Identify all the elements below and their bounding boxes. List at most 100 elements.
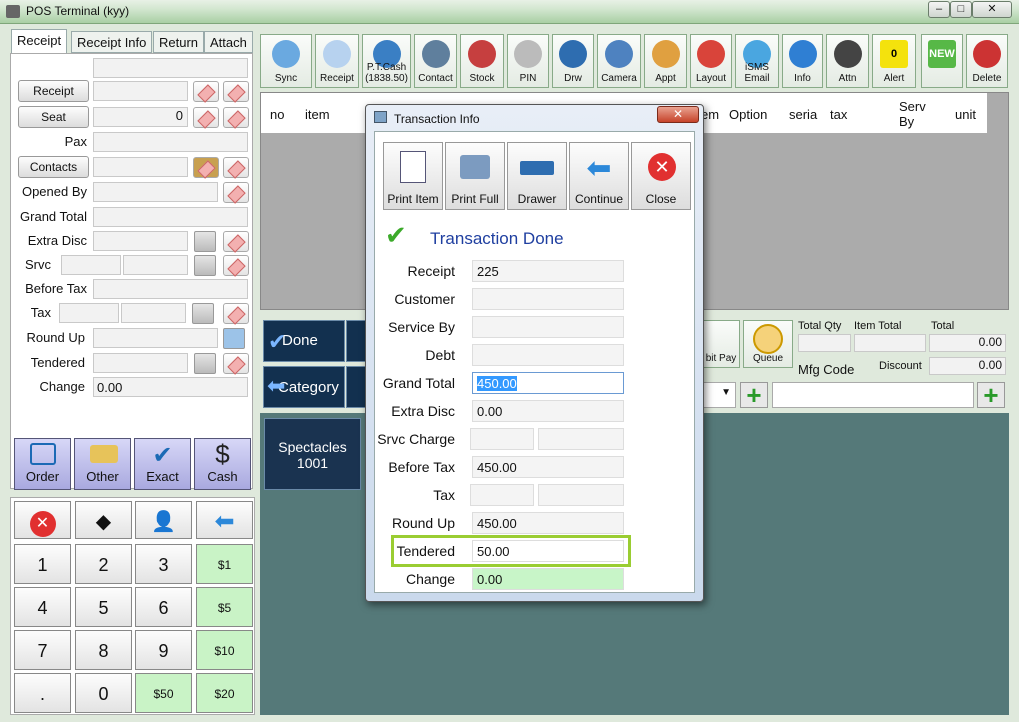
order-button[interactable]: Order (14, 438, 71, 490)
keypad-key[interactable]: 8 (75, 630, 132, 670)
cancel-key[interactable]: ✕ (14, 501, 71, 539)
tab-receipt[interactable]: Receipt (11, 29, 68, 54)
maximize-button[interactable]: □ (950, 1, 972, 18)
toolbar-button-drw[interactable]: Drw (552, 34, 594, 88)
srvc-field-1[interactable] (61, 255, 121, 275)
receipt-button[interactable]: Receipt (18, 80, 89, 102)
calculator-icon[interactable] (194, 255, 216, 276)
toolbar-button-receipt[interactable]: Receipt (315, 34, 359, 88)
mfg-code-input[interactable] (772, 382, 974, 408)
toolbar-button-info[interactable]: Info (782, 34, 823, 88)
keypad-key[interactable]: 5 (75, 587, 132, 627)
pax-field[interactable] (93, 132, 248, 152)
keypad-key[interactable]: 2 (75, 544, 132, 584)
table-icon[interactable] (193, 107, 219, 128)
dialog-row-field-2[interactable] (538, 484, 624, 506)
print-full-button[interactable]: Print Full (445, 142, 505, 210)
tab-return[interactable]: Return (153, 31, 205, 53)
keypad-key[interactable]: $20 (196, 673, 253, 713)
drawer-button[interactable]: Drawer (507, 142, 567, 210)
close-window-button[interactable]: ✕ (972, 1, 1012, 18)
category-button[interactable]: ⬅ Category (263, 366, 345, 408)
toolbar-button-isms[interactable]: iSMS Email (735, 34, 779, 88)
cash-button[interactable]: $ Cash (194, 438, 251, 490)
exact-button[interactable]: ✔ Exact (134, 438, 191, 490)
seat-button[interactable]: Seat (18, 106, 89, 128)
keypad-key[interactable]: 7 (14, 630, 71, 670)
keypad-key[interactable]: . (14, 673, 71, 713)
tag-key[interactable]: ◆ (75, 501, 132, 539)
continue-button[interactable]: ⬅ Continue (569, 142, 629, 210)
toolbar-button-camera[interactable]: Camera (597, 34, 641, 88)
keypad-key[interactable]: $5 (196, 587, 253, 627)
tax-field-1[interactable] (59, 303, 119, 323)
srvc-field-2[interactable] (123, 255, 188, 275)
tab-attach[interactable]: Attach (204, 31, 253, 53)
debit-pay-button[interactable]: bit Pay (702, 320, 740, 368)
backspace-key[interactable]: ⬅ (196, 501, 253, 539)
seat-stepper[interactable]: 0 (93, 107, 188, 127)
keypad-key[interactable]: 6 (135, 587, 192, 627)
eraser-icon[interactable] (223, 157, 249, 178)
toolbar-button-layout[interactable]: Layout (690, 34, 732, 88)
eraser-icon[interactable] (223, 182, 249, 203)
toolbar-button-sync[interactable]: Sync (260, 34, 312, 88)
contact-card-icon[interactable] (193, 157, 219, 178)
opened-by-select[interactable] (93, 182, 218, 202)
print-button[interactable] (346, 320, 366, 362)
keypad-key[interactable]: 0 (75, 673, 132, 713)
eraser-icon[interactable] (223, 107, 249, 128)
eraser-icon[interactable] (223, 255, 249, 276)
check-icon: ✔ (152, 442, 173, 469)
toolbar-button-attn[interactable]: Attn (826, 34, 869, 88)
receipt-input[interactable] (93, 81, 188, 101)
toolbar-button-pin[interactable]: PIN (507, 34, 549, 88)
toolbar-button-stock[interactable]: Stock (460, 34, 504, 88)
extra-disc-field[interactable] (93, 231, 188, 251)
other-payment-button[interactable]: Other (74, 438, 131, 490)
product-tile[interactable]: Spectacles 1001 (264, 418, 361, 490)
tax-field-2[interactable] (121, 303, 186, 323)
done-button[interactable]: ✔ Done (263, 320, 345, 362)
tendered-field[interactable] (93, 353, 188, 373)
user-key[interactable]: 👤 (135, 501, 192, 539)
monitor-icon[interactable] (223, 328, 245, 349)
close-button[interactable]: ✕ Close (631, 142, 691, 210)
dialog-close-button[interactable]: ✕ (657, 106, 699, 123)
keypad-key[interactable]: 1 (14, 544, 71, 584)
toolbar-button-alert[interactable]: 0 Alert (872, 34, 916, 88)
calculator-icon[interactable] (194, 353, 216, 374)
dialog-row-field-1[interactable] (470, 484, 534, 506)
toolbar-button-p-t-cash[interactable]: P.T.Cash (1838.50) (362, 34, 411, 88)
calculator-icon[interactable] (192, 303, 214, 324)
add-icon[interactable]: + (977, 382, 1005, 408)
add-icon[interactable]: + (740, 382, 768, 408)
keypad-key[interactable]: $10 (196, 630, 253, 670)
queue-button[interactable]: Queue (743, 320, 793, 368)
toolbar-button-delete[interactable]: Delete (966, 34, 1008, 88)
keypad-key[interactable]: $50 (135, 673, 192, 713)
dropdown-select[interactable]: ▼ (702, 382, 736, 408)
eraser-icon[interactable] (223, 353, 249, 374)
keypad-key[interactable]: 4 (14, 587, 71, 627)
eraser-icon[interactable] (223, 81, 249, 102)
contacts-button[interactable]: Contacts (18, 156, 89, 178)
search-icon[interactable] (193, 81, 219, 102)
minimize-button[interactable]: – (928, 1, 950, 18)
dialog-row-field-1[interactable] (470, 428, 534, 450)
eraser-icon[interactable] (223, 303, 249, 324)
dialog-row-field-2[interactable] (538, 428, 624, 450)
tendered-label: Tendered (30, 355, 85, 370)
contacts-select[interactable] (93, 157, 188, 177)
keypad-key[interactable]: 9 (135, 630, 192, 670)
toolbar-button-contact[interactable]: Contact (414, 34, 457, 88)
keypad-key[interactable]: 3 (135, 544, 192, 584)
eraser-icon[interactable] (223, 231, 249, 252)
tab-receipt-info[interactable]: Receipt Info (71, 31, 153, 53)
print-item-button[interactable]: Print Item (383, 142, 443, 210)
trash-button[interactable] (346, 366, 366, 408)
keypad-key[interactable]: $1 (196, 544, 253, 584)
toolbar-button-appt[interactable]: Appt (644, 34, 687, 88)
calculator-icon[interactable] (194, 231, 216, 252)
toolbar-button-new[interactable]: NEW (921, 34, 963, 88)
